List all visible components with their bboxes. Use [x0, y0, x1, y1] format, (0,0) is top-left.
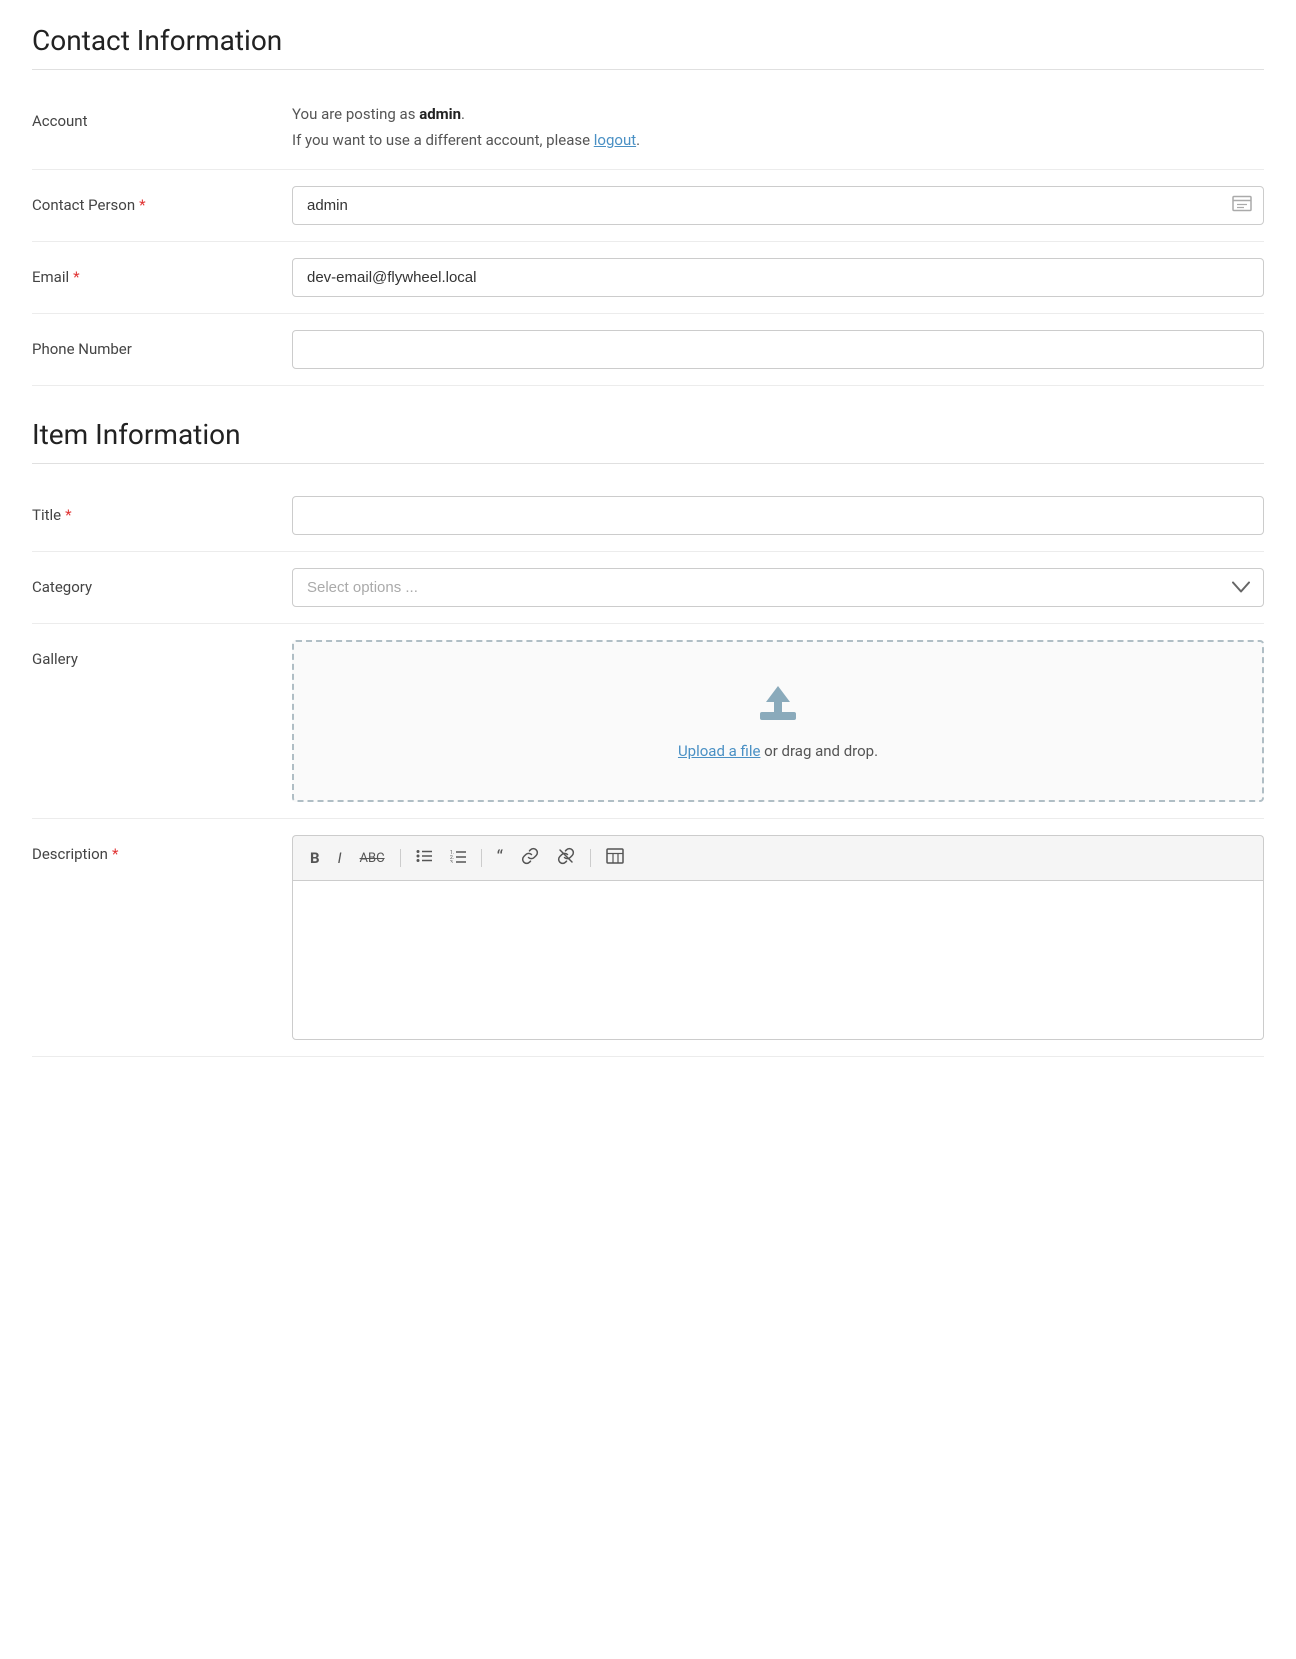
- gallery-dropzone[interactable]: Upload a file or drag and drop.: [292, 640, 1264, 802]
- account-prefix: You are posting as: [292, 105, 419, 123]
- email-label: Email*: [32, 258, 292, 286]
- item-section-title: Item Information: [32, 418, 1264, 464]
- toolbar-sep-2: [481, 849, 482, 867]
- account-alt-suffix: .: [636, 131, 640, 149]
- item-information-section: Item Information Title* Category Select …: [32, 418, 1264, 1057]
- gallery-label: Gallery: [32, 640, 292, 668]
- gallery-wrapper: Upload a file or drag and drop.: [292, 640, 1264, 802]
- gallery-row: Gallery Upload a file or drag and drop.: [32, 624, 1264, 819]
- contact-person-wrapper: [292, 186, 1264, 225]
- blockquote-button[interactable]: “: [492, 846, 508, 870]
- upload-icon: [314, 682, 1242, 730]
- logout-link[interactable]: logout: [594, 131, 636, 149]
- account-text-line2: If you want to use a different account, …: [292, 128, 1264, 154]
- contact-person-input[interactable]: [292, 186, 1264, 225]
- phone-wrapper: [292, 330, 1264, 369]
- account-label: Account: [32, 102, 292, 130]
- account-row: Account You are posting as admin. If you…: [32, 86, 1264, 170]
- email-input[interactable]: [292, 258, 1264, 297]
- email-row: Email*: [32, 242, 1264, 314]
- contact-information-section: Contact Information Account You are post…: [32, 24, 1264, 386]
- phone-input[interactable]: [292, 330, 1264, 369]
- contact-person-label: Contact Person*: [32, 186, 292, 214]
- description-row: Description* B I ABC 1.2.3. “: [32, 819, 1264, 1057]
- category-select[interactable]: Select options ...: [292, 568, 1264, 607]
- table-button[interactable]: [601, 845, 629, 871]
- unordered-list-button[interactable]: [411, 846, 437, 870]
- description-editor[interactable]: [292, 880, 1264, 1040]
- account-alt-prefix: If you want to use a different account, …: [292, 131, 594, 149]
- ordered-list-button[interactable]: 1.2.3.: [445, 846, 471, 870]
- bold-button[interactable]: B: [305, 846, 325, 870]
- gallery-drag-text: or drag and drop.: [760, 742, 878, 760]
- account-username: admin: [419, 105, 461, 123]
- strikethrough-button[interactable]: ABC: [355, 848, 390, 869]
- email-required: *: [73, 268, 79, 286]
- description-required: *: [112, 845, 118, 863]
- contact-person-required: *: [139, 196, 145, 214]
- account-suffix: .: [461, 105, 465, 123]
- title-row: Title*: [32, 480, 1264, 552]
- account-info: You are posting as admin. If you want to…: [292, 102, 1264, 153]
- italic-button[interactable]: I: [333, 846, 347, 870]
- title-required: *: [65, 506, 71, 524]
- toolbar-sep-3: [590, 849, 591, 867]
- contact-section-title: Contact Information: [32, 24, 1264, 70]
- contact-person-row: Contact Person*: [32, 170, 1264, 242]
- phone-row: Phone Number: [32, 314, 1264, 386]
- title-wrapper: [292, 496, 1264, 535]
- category-wrapper: Select options ...: [292, 568, 1264, 607]
- title-input[interactable]: [292, 496, 1264, 535]
- title-label: Title*: [32, 496, 292, 524]
- description-label: Description*: [32, 835, 292, 863]
- gallery-upload-text: Upload a file or drag and drop.: [314, 742, 1242, 760]
- account-text-line1: You are posting as admin.: [292, 102, 1264, 128]
- unlink-button[interactable]: [552, 844, 580, 872]
- description-wrapper: B I ABC 1.2.3. “: [292, 835, 1264, 1040]
- upload-file-link[interactable]: Upload a file: [678, 742, 761, 760]
- contact-person-icon: [1232, 195, 1252, 216]
- link-button[interactable]: [516, 844, 544, 872]
- category-row: Category Select options ...: [32, 552, 1264, 624]
- email-wrapper: [292, 258, 1264, 297]
- editor-toolbar: B I ABC 1.2.3. “: [292, 835, 1264, 880]
- category-label: Category: [32, 568, 292, 596]
- svg-text:3.: 3.: [450, 860, 454, 863]
- toolbar-sep-1: [400, 849, 401, 867]
- phone-label: Phone Number: [32, 330, 292, 358]
